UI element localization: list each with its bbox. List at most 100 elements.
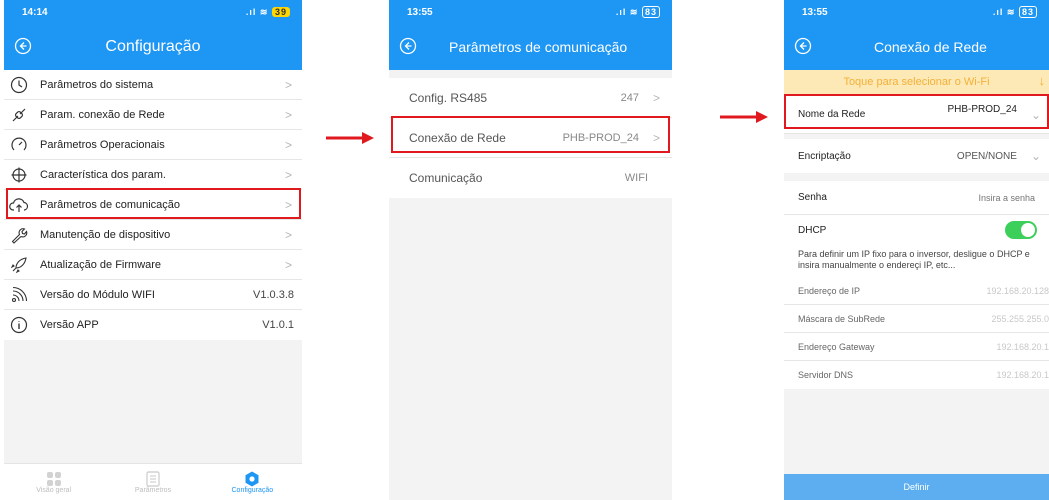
- network-name-row[interactable]: Nome da Rede PHB-PROD_24 ⌄: [784, 96, 1049, 134]
- field-label: Nome da Rede: [798, 109, 866, 120]
- list-item-value: V1.0.1: [262, 319, 294, 331]
- field-label: Senha: [798, 192, 827, 203]
- list-item-conexao-rede[interactable]: Conexão de Rede PHB-PROD_24 >: [389, 118, 672, 158]
- ip-row: Endereço de IP 192.168.20.128: [784, 277, 1049, 305]
- list-item-comunicacao: Comunicação WIFI: [389, 158, 672, 198]
- arrow-down-icon: ↓: [1038, 73, 1046, 88]
- status-time: 14:14: [22, 6, 48, 18]
- chevron-down-icon: ⌄: [1030, 149, 1041, 163]
- chevron-right-icon: >: [284, 257, 292, 272]
- wifi-select-banner[interactable]: Toque para selecionar o Wi-Fi ↓: [784, 70, 1049, 94]
- comm-settings-list: Config. RS485 247 > Conexão de Rede PHB-…: [389, 78, 672, 198]
- list-item-value: PHB-PROD_24: [562, 131, 639, 144]
- list-item-label: Comunicação: [409, 171, 483, 185]
- list-item[interactable]: Parâmetros de comunicação >: [4, 190, 302, 220]
- encryption-select[interactable]: Encriptação OPEN/NONE ⌄: [784, 139, 1049, 173]
- mask-field[interactable]: 255.255.255.0: [991, 314, 1049, 324]
- gauge-icon: [8, 134, 30, 156]
- battery-icon: 83: [1018, 6, 1037, 18]
- dns-row: Servidor DNS 192.168.20.1: [784, 361, 1049, 389]
- chevron-down-icon: ⌄: [1030, 107, 1041, 122]
- mask-row: Máscara de SubRede 255.255.255.0: [784, 305, 1049, 333]
- list-item-label: Parâmetros do sistema: [40, 78, 154, 91]
- dhcp-note: Para definir um IP fixo para o inversor,…: [798, 249, 1030, 270]
- wifi-icon: ≋: [629, 7, 639, 17]
- dns-field[interactable]: 192.168.20.1: [996, 370, 1049, 380]
- app-bar: Parâmetros de comunicação: [389, 24, 672, 70]
- page-title: Parâmetros de comunicação: [449, 39, 628, 55]
- screen-parametros-comunicacao: 13:55 .ıl ≋ 83 Parâmetros de comunicação…: [389, 0, 672, 500]
- list-item-value: WIFI: [624, 172, 648, 184]
- encryption-value: OPEN/NONE: [956, 150, 1017, 162]
- encryption-section: Encriptação OPEN/NONE ⌄: [784, 139, 1049, 173]
- crosshair-icon: [8, 164, 30, 186]
- status-time: 13:55: [802, 6, 828, 18]
- chevron-right-icon: >: [284, 77, 292, 92]
- list-item: Versão APP V1.0.1: [4, 310, 302, 340]
- battery-icon: 83: [641, 6, 660, 18]
- password-field[interactable]: [943, 191, 1037, 204]
- list-item[interactable]: Parâmetros do sistema >: [4, 70, 302, 100]
- banner-text: Toque para selecionar o Wi-Fi: [843, 76, 990, 88]
- list-icon: [146, 470, 160, 487]
- list-item-label: Característica dos param.: [40, 168, 166, 181]
- gateway-field[interactable]: 192.168.20.1: [996, 342, 1049, 352]
- cloud-upload-icon: [8, 194, 30, 216]
- network-form: Nome da Rede PHB-PROD_24 ⌄: [784, 96, 1049, 134]
- arrow-right-icon: [720, 111, 768, 123]
- dhcp-toggle[interactable]: [1005, 221, 1037, 239]
- bottom-tab-bar: Visão geral Parâmetros Configuração: [4, 463, 302, 500]
- settings-list: Parâmetros do sistema > Param. conexão d…: [4, 70, 302, 340]
- chevron-right-icon: >: [284, 197, 292, 212]
- status-icons: .ıl ≋ 39: [245, 6, 290, 18]
- list-item-label: Versão APP: [40, 319, 99, 331]
- back-icon[interactable]: [14, 37, 32, 55]
- field-label: Endereço Gateway: [798, 341, 875, 352]
- screen-conexao-rede: 13:55 .ıl ≋ 83 Conexão de Rede Toque par…: [784, 0, 1049, 500]
- list-item-label: Parâmetros de comunicação: [40, 198, 181, 211]
- status-bar: 14:14 .ıl ≋ 39: [4, 0, 302, 24]
- page-title: Configuração: [105, 38, 201, 55]
- password-row: Senha: [784, 181, 1049, 215]
- network-name-value: PHB-PROD_24: [947, 104, 1017, 115]
- password-section: Senha DHCP Para definir um IP fixo para …: [784, 181, 1049, 277]
- chevron-right-icon: >: [652, 90, 660, 105]
- battery-icon: 39: [271, 6, 290, 17]
- signal-icon: .ıl: [245, 6, 257, 17]
- field-label: DHCP: [798, 224, 827, 236]
- list-item-label: Conexão de Rede: [409, 130, 506, 145]
- screen-configuracao: 14:14 .ıl ≋ 39 Configuração Parâmetros d…: [4, 0, 302, 500]
- wifi-icon: ≋: [1006, 7, 1016, 17]
- status-icons: .ıl ≋ 83: [993, 6, 1037, 18]
- list-item-rs485[interactable]: Config. RS485 247 >: [389, 78, 672, 118]
- back-icon[interactable]: [794, 37, 812, 55]
- list-item-label: Config. RS485: [409, 90, 488, 105]
- list-item[interactable]: Parâmetros Operacionais >: [4, 130, 302, 160]
- wifi-icon: ≋: [259, 6, 269, 17]
- list-item-value: 247: [620, 91, 639, 104]
- field-label: Servidor DNS: [798, 370, 854, 380]
- app-bar: Configuração: [4, 24, 302, 70]
- wifi-signal-icon: [8, 284, 30, 306]
- tab-parametros[interactable]: Parâmetros: [103, 464, 202, 500]
- back-icon[interactable]: [399, 37, 417, 55]
- list-item-label: Param. conexão de Rede: [40, 108, 165, 121]
- info-icon: [8, 314, 30, 336]
- wrench-icon: [8, 224, 30, 246]
- list-item[interactable]: Manutenção de dispositivo >: [4, 220, 302, 250]
- status-bar: 13:55 .ıl ≋ 83: [784, 0, 1049, 24]
- tab-configuracao[interactable]: Configuração: [203, 464, 302, 500]
- list-item[interactable]: Característica dos param. >: [4, 160, 302, 190]
- ip-field[interactable]: 192.168.20.128: [986, 286, 1049, 296]
- list-item[interactable]: Atualização de Firmware >: [4, 250, 302, 280]
- grid-icon: [46, 471, 61, 486]
- list-item[interactable]: Param. conexão de Rede >: [4, 100, 302, 130]
- tab-visao-geral[interactable]: Visão geral: [4, 464, 103, 500]
- field-label: Máscara de SubRede: [798, 313, 886, 324]
- submit-button[interactable]: Definir: [784, 474, 1049, 500]
- list-item-label: Parâmetros Operacionais: [40, 138, 165, 151]
- tab-label: Visão geral: [36, 486, 72, 494]
- status-bar: 13:55 .ıl ≋ 83: [389, 0, 672, 24]
- field-label: Endereço de IP: [798, 285, 861, 296]
- list-item-value: V1.0.3.8: [253, 288, 294, 301]
